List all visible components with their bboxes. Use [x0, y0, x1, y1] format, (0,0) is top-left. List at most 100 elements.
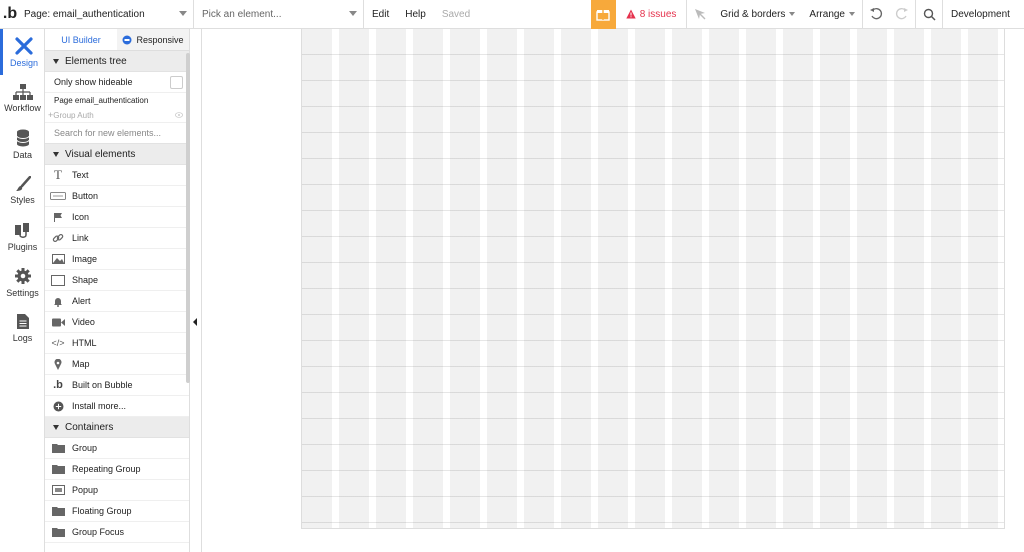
environment-selector[interactable]: Development [942, 0, 1024, 29]
visual-elements-header[interactable]: Visual elements [45, 144, 189, 165]
element-html-label: HTML [72, 338, 97, 348]
shape-icon [50, 273, 66, 287]
nav-logs-label: Logs [12, 333, 33, 343]
container-popup[interactable]: Popup [45, 480, 189, 501]
element-built-on-bubble[interactable]: .b Built on Bubble [45, 375, 189, 396]
element-text[interactable]: T Text [45, 165, 189, 186]
container-group-label: Group [72, 443, 98, 453]
elements-panel: UI Builder Responsive Elements tree Only… [45, 29, 190, 552]
container-repeating-group-label: Repeating Group [72, 464, 141, 474]
help-menu[interactable]: Help [397, 0, 434, 29]
tab-ui-builder[interactable]: UI Builder [45, 29, 117, 50]
folder-icon [50, 462, 66, 476]
text-icon: T [54, 167, 62, 182]
tree-item-page[interactable]: Page email_authentication [45, 93, 189, 108]
element-alert[interactable]: Alert [45, 291, 189, 312]
element-map[interactable]: Map [45, 354, 189, 375]
container-group-focus[interactable]: Group Focus [45, 522, 189, 543]
arrange-label: Arrange [809, 8, 845, 20]
design-icon [15, 36, 33, 55]
element-icon-label: Icon [72, 212, 90, 222]
element-alert-label: Alert [72, 296, 91, 306]
container-repeating-group[interactable]: Repeating Group [45, 459, 189, 480]
element-picker-placeholder: Pick an element... [202, 8, 282, 20]
nav-logs[interactable]: Logs [0, 305, 45, 351]
redo-icon [896, 8, 908, 20]
nav-settings-label: Settings [6, 287, 39, 298]
nav-design[interactable]: Design [0, 29, 45, 75]
containers-header[interactable]: Containers [45, 417, 189, 438]
database-icon [16, 129, 29, 146]
nav-plugins-label: Plugins [7, 241, 38, 252]
caret-down-icon [53, 151, 59, 157]
redo-button[interactable] [889, 0, 915, 29]
chevron-down-icon [179, 10, 187, 16]
container-popup-label: Popup [72, 485, 99, 495]
container-floating-group[interactable]: Floating Group [45, 501, 189, 522]
bubble-logo[interactable]: .b [0, 0, 20, 29]
nav-settings[interactable]: Settings [0, 259, 45, 305]
popup-icon [50, 483, 66, 497]
container-floating-group-label: Floating Group [72, 506, 132, 516]
chevron-down-icon [789, 12, 796, 16]
tab-responsive-label: Responsive [136, 34, 184, 45]
only-show-hideable-checkbox[interactable] [170, 76, 183, 89]
nav-styles[interactable]: Styles [0, 167, 45, 213]
chevron-down-icon [849, 12, 855, 16]
editor-canvas[interactable] [201, 29, 1024, 552]
search-button[interactable] [916, 0, 942, 29]
panel-scrollbar[interactable] [186, 53, 190, 383]
plus-circle-icon [50, 399, 66, 413]
eye-icon[interactable] [175, 112, 183, 118]
element-icon[interactable]: Icon [45, 207, 189, 228]
nav-workflow-label: Workflow [4, 102, 41, 113]
search-elements-input[interactable]: Search for new elements... [45, 123, 189, 144]
element-button[interactable]: Button [45, 186, 189, 207]
element-image-label: Image [72, 254, 98, 264]
element-picker[interactable]: Pick an element... [194, 0, 364, 29]
tree-item-group-auth[interactable]: + Group Auth [45, 108, 189, 123]
element-image[interactable]: Image [45, 249, 189, 270]
element-html[interactable]: </> HTML [45, 333, 189, 354]
flag-icon [50, 210, 66, 224]
only-show-hideable-label: Only show hideable [54, 77, 133, 87]
edit-menu[interactable]: Edit [364, 0, 397, 29]
nav-design-label: Design [9, 57, 38, 68]
nav-workflow[interactable]: Workflow [0, 75, 45, 121]
pointer-icon [695, 9, 706, 20]
element-video-label: Video [72, 317, 95, 327]
nav-plugins[interactable]: Plugins [0, 213, 45, 259]
gift-button[interactable] [590, 0, 616, 29]
undo-button[interactable] [863, 0, 889, 29]
tab-responsive[interactable]: Responsive [117, 29, 189, 50]
image-icon [50, 252, 66, 266]
tree-item-group-auth-label: Group Auth [53, 110, 94, 120]
element-video[interactable]: Video [45, 312, 189, 333]
pointer-tool-button[interactable] [687, 0, 713, 29]
arrange-dropdown[interactable]: Arrange [802, 0, 862, 29]
elements-tree-header[interactable]: Elements tree [45, 51, 189, 72]
element-shape-label: Shape [72, 275, 99, 285]
page-selector[interactable]: Page: email_authentication [20, 0, 194, 29]
collapse-panel-icon[interactable] [193, 318, 197, 326]
element-install-more-label: Install more... [72, 401, 127, 411]
nav-data[interactable]: Data [0, 121, 45, 167]
element-shape[interactable]: Shape [45, 270, 189, 291]
container-group[interactable]: Group [45, 438, 189, 459]
element-install-more[interactable]: Install more... [45, 396, 189, 417]
search-icon [923, 8, 936, 21]
page-canvas-grid[interactable] [301, 29, 1005, 529]
only-show-hideable-row: Only show hideable [45, 72, 189, 93]
code-icon: </> [51, 338, 65, 348]
top-toolbar: .b Page: email_authentication Pick an el… [0, 0, 1024, 29]
page-selector-label: Page: email_authentication [24, 8, 145, 20]
brush-icon [15, 175, 31, 191]
workflow-icon [12, 83, 33, 100]
element-link[interactable]: Link [45, 228, 189, 249]
folder-icon [50, 504, 66, 518]
grid-borders-dropdown[interactable]: Grid & borders [713, 0, 802, 29]
element-text-label: Text [72, 170, 89, 180]
grid-borders-label: Grid & borders [720, 8, 786, 20]
issues-indicator[interactable]: 8 issues [616, 0, 688, 29]
map-pin-icon [50, 357, 66, 371]
